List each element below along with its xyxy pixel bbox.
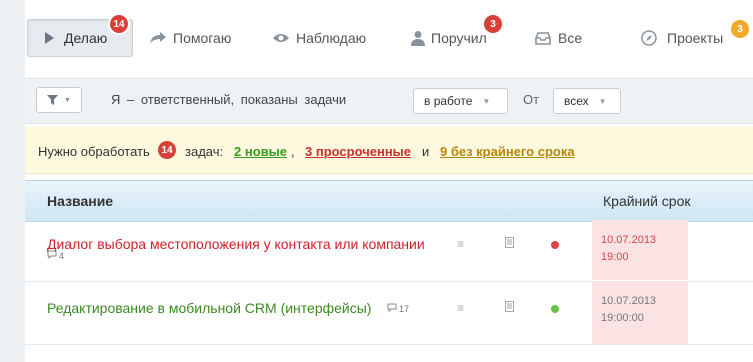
task-title-link[interactable]: Редактирование в мобильной CRM (интерфей… <box>47 300 371 316</box>
status-select-value: в работе <box>424 94 473 108</box>
no-deadline-tasks-link[interactable]: 9 без крайнего срока <box>440 144 575 159</box>
tab-doing-label: Делаю <box>64 30 108 46</box>
chevron-down-icon: ▼ <box>64 96 71 104</box>
inbox-icon <box>534 29 552 47</box>
comment-icon <box>47 250 57 261</box>
overdue-tasks-link[interactable]: 3 просроченные <box>305 144 411 159</box>
from-label: От <box>523 92 540 107</box>
tab-doing-badge: 14 <box>110 15 128 33</box>
status-dot <box>551 241 559 249</box>
deadline-time: 19:00:00 <box>601 312 644 324</box>
deadline-date: 10.07.2013 <box>601 234 657 246</box>
tab-projects-label: Проекты <box>667 30 724 46</box>
comment-icon <box>387 303 397 314</box>
column-name-header[interactable]: Название <box>47 193 113 209</box>
notice-comma: , <box>291 144 295 159</box>
person-icon <box>409 29 427 47</box>
comments-count: 17 <box>387 303 409 314</box>
document-icon[interactable] <box>505 237 514 251</box>
comments-count-value: 17 <box>399 303 410 314</box>
menu-icon[interactable]: ≡ <box>457 237 464 251</box>
tab-assigned-badge: 3 <box>484 15 502 33</box>
status-select[interactable]: в работе ▼ <box>413 88 508 114</box>
notice-badge: 14 <box>158 141 176 159</box>
tab-assigned[interactable]: Поручил <box>409 19 487 57</box>
tab-watching[interactable]: Наблюдаю <box>272 19 366 57</box>
filter-funnel-icon <box>47 93 59 108</box>
play-icon <box>40 29 58 47</box>
from-select-value: всех <box>564 94 589 108</box>
task-role-tabs: Делаю 14 Помогаю Наблюдаю Поручил 3 Все … <box>25 0 753 75</box>
new-tasks-link[interactable]: 2 новые <box>234 144 287 159</box>
tab-all[interactable]: Все <box>534 19 582 57</box>
comments-count-value: 4 <box>59 250 65 261</box>
notice-middle: задач: <box>185 144 224 159</box>
chevron-down-icon: ▼ <box>598 96 607 106</box>
filter-description: Я – ответственный, показаны задачи <box>111 92 347 107</box>
column-deadline-header[interactable]: Крайний срок <box>603 193 691 209</box>
deadline-date: 10.07.2013 <box>601 295 657 307</box>
compass-icon <box>640 29 658 47</box>
comments-count: 4 <box>47 250 64 261</box>
deadline-time: 19:00 <box>601 251 629 263</box>
status-dot <box>551 305 559 313</box>
eye-icon <box>272 29 290 47</box>
chevron-down-icon: ▼ <box>482 96 491 106</box>
tab-projects[interactable]: Проекты <box>640 19 723 57</box>
menu-icon[interactable]: ≡ <box>457 301 464 315</box>
tab-all-label: Все <box>558 30 583 46</box>
tasks-panel: Делаю 14 Помогаю Наблюдаю Поручил 3 Все … <box>25 0 753 362</box>
table-row[interactable]: Редактирование в мобильной CRM (интерфей… <box>25 281 753 345</box>
pending-notice: Нужно обработать 14 задач: 2 новые , 3 п… <box>25 127 753 174</box>
tab-helping-label: Помогаю <box>173 30 232 46</box>
filter-button[interactable]: ▼ <box>36 87 82 113</box>
deadline-cell[interactable]: 10.07.2013 19:00:00 <box>592 281 688 344</box>
tab-assigned-label: Поручил <box>431 30 487 46</box>
document-icon[interactable] <box>505 301 514 315</box>
filter-bar: ▼ Я – ответственный, показаны задачи в р… <box>25 78 753 124</box>
task-title-link[interactable]: Диалог выбора местоположения у контакта … <box>47 236 425 252</box>
notice-prefix: Нужно обработать <box>38 144 150 159</box>
tab-watching-label: Наблюдаю <box>296 30 367 46</box>
table-row[interactable]: Диалог выбора местоположения у контакта … <box>25 220 753 282</box>
arrow-right-icon <box>149 29 167 47</box>
notice-and: и <box>422 144 430 159</box>
table-header: Название Крайний срок <box>25 180 753 222</box>
from-select[interactable]: всех ▼ <box>553 88 621 114</box>
tab-helping[interactable]: Помогаю <box>149 19 231 57</box>
tab-projects-badge: 3 <box>731 20 749 38</box>
deadline-cell[interactable]: 10.07.2013 19:00 <box>592 220 688 280</box>
